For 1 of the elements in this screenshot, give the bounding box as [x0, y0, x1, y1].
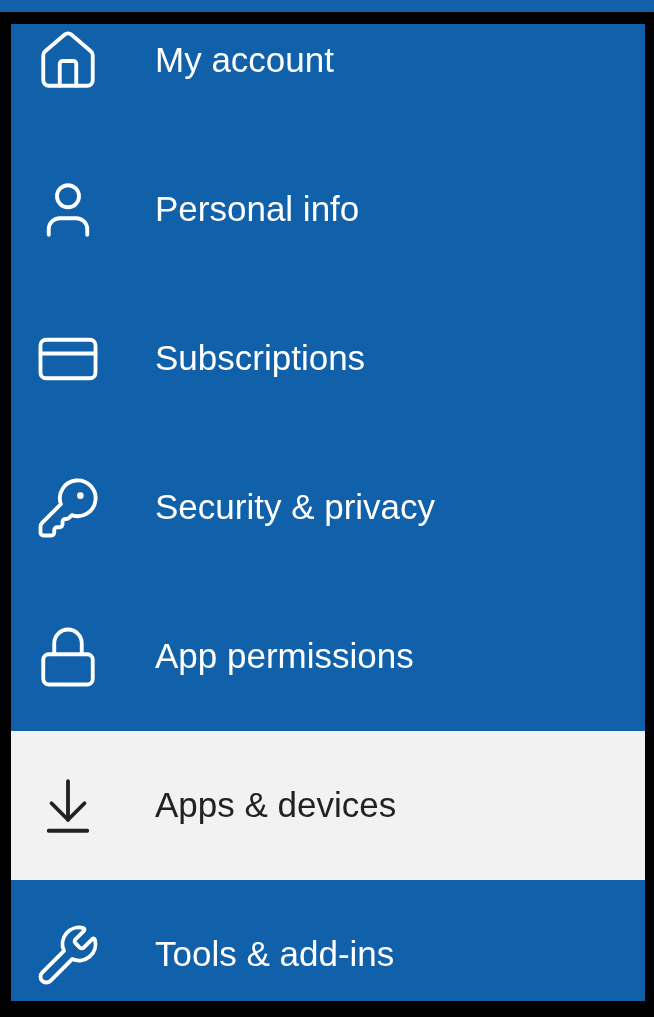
menu-item[interactable]: Apps & devices	[11, 731, 645, 880]
